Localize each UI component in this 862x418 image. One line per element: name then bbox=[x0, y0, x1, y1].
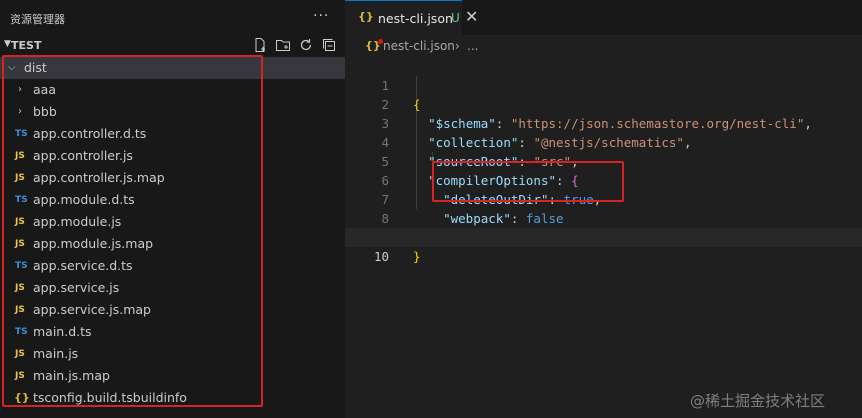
tree-item-label: app.controller.d.ts bbox=[33, 126, 147, 141]
tree-file[interactable]: TS app.service.d.ts bbox=[0, 255, 345, 277]
collapse-all-icon[interactable] bbox=[321, 37, 337, 53]
typescript-icon: TS bbox=[15, 327, 28, 337]
tree-file[interactable]: JS app.controller.js bbox=[0, 145, 345, 167]
javascript-icon: JS bbox=[15, 371, 25, 381]
code-line: 2 "$schema": "https://json.schemastore.o… bbox=[345, 76, 862, 131]
more-actions-icon[interactable]: ··· bbox=[313, 8, 329, 24]
tree-item-label: tsconfig.build.tsbuildinfo bbox=[33, 390, 187, 405]
tab-label: nest-cli.json bbox=[378, 11, 453, 26]
tree-file[interactable]: TS main.d.ts bbox=[0, 321, 345, 343]
code-line: 7 "webpack": false bbox=[345, 171, 862, 226]
code-line-current: 10 bbox=[345, 228, 862, 264]
tree-item-label: app.service.d.ts bbox=[33, 258, 133, 273]
tree-item-label: app.module.d.ts bbox=[33, 192, 135, 207]
tree-file[interactable]: JS app.module.js bbox=[0, 211, 345, 233]
tree-item-label: main.js bbox=[33, 346, 79, 361]
javascript-icon: JS bbox=[15, 305, 25, 315]
json-braces-icon: {} bbox=[365, 39, 381, 52]
typescript-icon: TS bbox=[15, 129, 28, 139]
new-folder-icon[interactable] bbox=[275, 37, 291, 53]
line-number: 10 bbox=[373, 249, 389, 264]
chevron-right-icon: › bbox=[18, 106, 22, 117]
refresh-icon[interactable] bbox=[298, 37, 314, 53]
json-braces-icon: {} bbox=[14, 391, 30, 404]
tree-folder-aaa[interactable]: › aaa bbox=[0, 79, 345, 101]
json-brace: } bbox=[413, 249, 421, 264]
tree-file[interactable]: JS main.js.map bbox=[0, 365, 345, 387]
tree-item-label: main.d.ts bbox=[33, 324, 92, 339]
tree-file[interactable]: TS app.controller.d.ts bbox=[0, 123, 345, 145]
tree-item-label: app.service.js bbox=[33, 280, 120, 295]
tree-item-label: dist bbox=[24, 60, 47, 75]
chevron-right-icon: › bbox=[455, 39, 460, 53]
untracked-badge: U bbox=[451, 11, 460, 25]
tree-item-label: main.js.map bbox=[33, 368, 110, 383]
explorer-header: 资源管理器 ··· bbox=[0, 0, 345, 35]
tree-item-label: app.service.js.map bbox=[33, 302, 151, 317]
code-line: 1 { bbox=[345, 57, 862, 112]
tree-file[interactable]: JS app.controller.js.map bbox=[0, 167, 345, 189]
chevron-down-icon: ⌵ bbox=[8, 62, 16, 73]
javascript-icon: JS bbox=[15, 217, 25, 227]
tree-file[interactable]: JS app.service.js.map bbox=[0, 299, 345, 321]
tree-folder-dist[interactable]: ⌵ dist bbox=[0, 57, 345, 79]
json-braces-icon: {} bbox=[358, 10, 374, 23]
chevron-down-icon: ▼ bbox=[4, 39, 11, 49]
watermark: @稀土掘金技术社区 bbox=[690, 392, 826, 410]
javascript-icon: JS bbox=[15, 239, 25, 249]
javascript-icon: JS bbox=[15, 349, 25, 359]
new-file-icon[interactable] bbox=[252, 37, 268, 53]
code-line: 4 "sourceRoot": "src", bbox=[345, 114, 862, 169]
javascript-icon: JS bbox=[15, 151, 25, 161]
tree-item-label: app.controller.js bbox=[33, 148, 133, 163]
workspace-section-header[interactable]: ▼ TEST bbox=[0, 36, 345, 56]
tree-file[interactable]: JS main.js bbox=[0, 343, 345, 365]
tree-file[interactable]: JS app.service.js bbox=[0, 277, 345, 299]
editor-area: {} nest-cli.json U ✕ {} nest-cli.json › … bbox=[345, 0, 862, 418]
breadcrumb-more[interactable]: ... bbox=[467, 35, 478, 57]
typescript-icon: TS bbox=[15, 261, 28, 271]
code-line: 9 } bbox=[345, 209, 862, 264]
breadcrumb-file[interactable]: nest-cli.json bbox=[383, 35, 455, 57]
tree-file[interactable]: {} tsconfig.build.tsbuildinfo bbox=[0, 387, 345, 409]
explorer-sidebar: 资源管理器 ··· ▼ TEST ⌵ dist › aaa › bbb TS a… bbox=[0, 0, 345, 418]
tree-item-label: app.controller.js.map bbox=[33, 170, 165, 185]
tree-file[interactable]: TS app.module.d.ts bbox=[0, 189, 345, 211]
close-icon[interactable]: ✕ bbox=[465, 7, 478, 26]
code-editor[interactable]: 1 { 2 "$schema": "https://json.schemasto… bbox=[345, 57, 862, 264]
tab-nest-cli-json[interactable]: {} nest-cli.json U bbox=[345, 0, 462, 35]
code-line: 3 "collection": "@nestjs/schematics", bbox=[345, 95, 862, 150]
section-actions bbox=[252, 37, 337, 53]
workspace-title: TEST bbox=[11, 39, 42, 52]
tree-item-label: aaa bbox=[33, 82, 56, 97]
code-line: 5 "compilerOptions": { bbox=[345, 133, 862, 188]
tree-item-label: bbb bbox=[33, 104, 57, 119]
code-line: 6 "deleteOutDir": true, bbox=[345, 152, 862, 207]
chevron-right-icon: › bbox=[18, 84, 22, 95]
tree-item-label: app.module.js bbox=[33, 214, 122, 229]
breadcrumb: {} nest-cli.json › ... bbox=[345, 35, 862, 57]
tree-file[interactable]: JS app.module.js.map bbox=[0, 233, 345, 255]
tab-bar: {} nest-cli.json U ✕ bbox=[345, 0, 862, 35]
explorer-title: 资源管理器 bbox=[10, 13, 65, 26]
file-tree: ⌵ dist › aaa › bbb TS app.controller.d.t… bbox=[0, 57, 345, 409]
javascript-icon: JS bbox=[15, 173, 25, 183]
code-line: 8 } bbox=[345, 190, 862, 245]
javascript-icon: JS bbox=[15, 283, 25, 293]
typescript-icon: TS bbox=[15, 195, 28, 205]
tree-folder-bbb[interactable]: › bbb bbox=[0, 101, 345, 123]
tree-item-label: app.module.js.map bbox=[33, 236, 154, 251]
